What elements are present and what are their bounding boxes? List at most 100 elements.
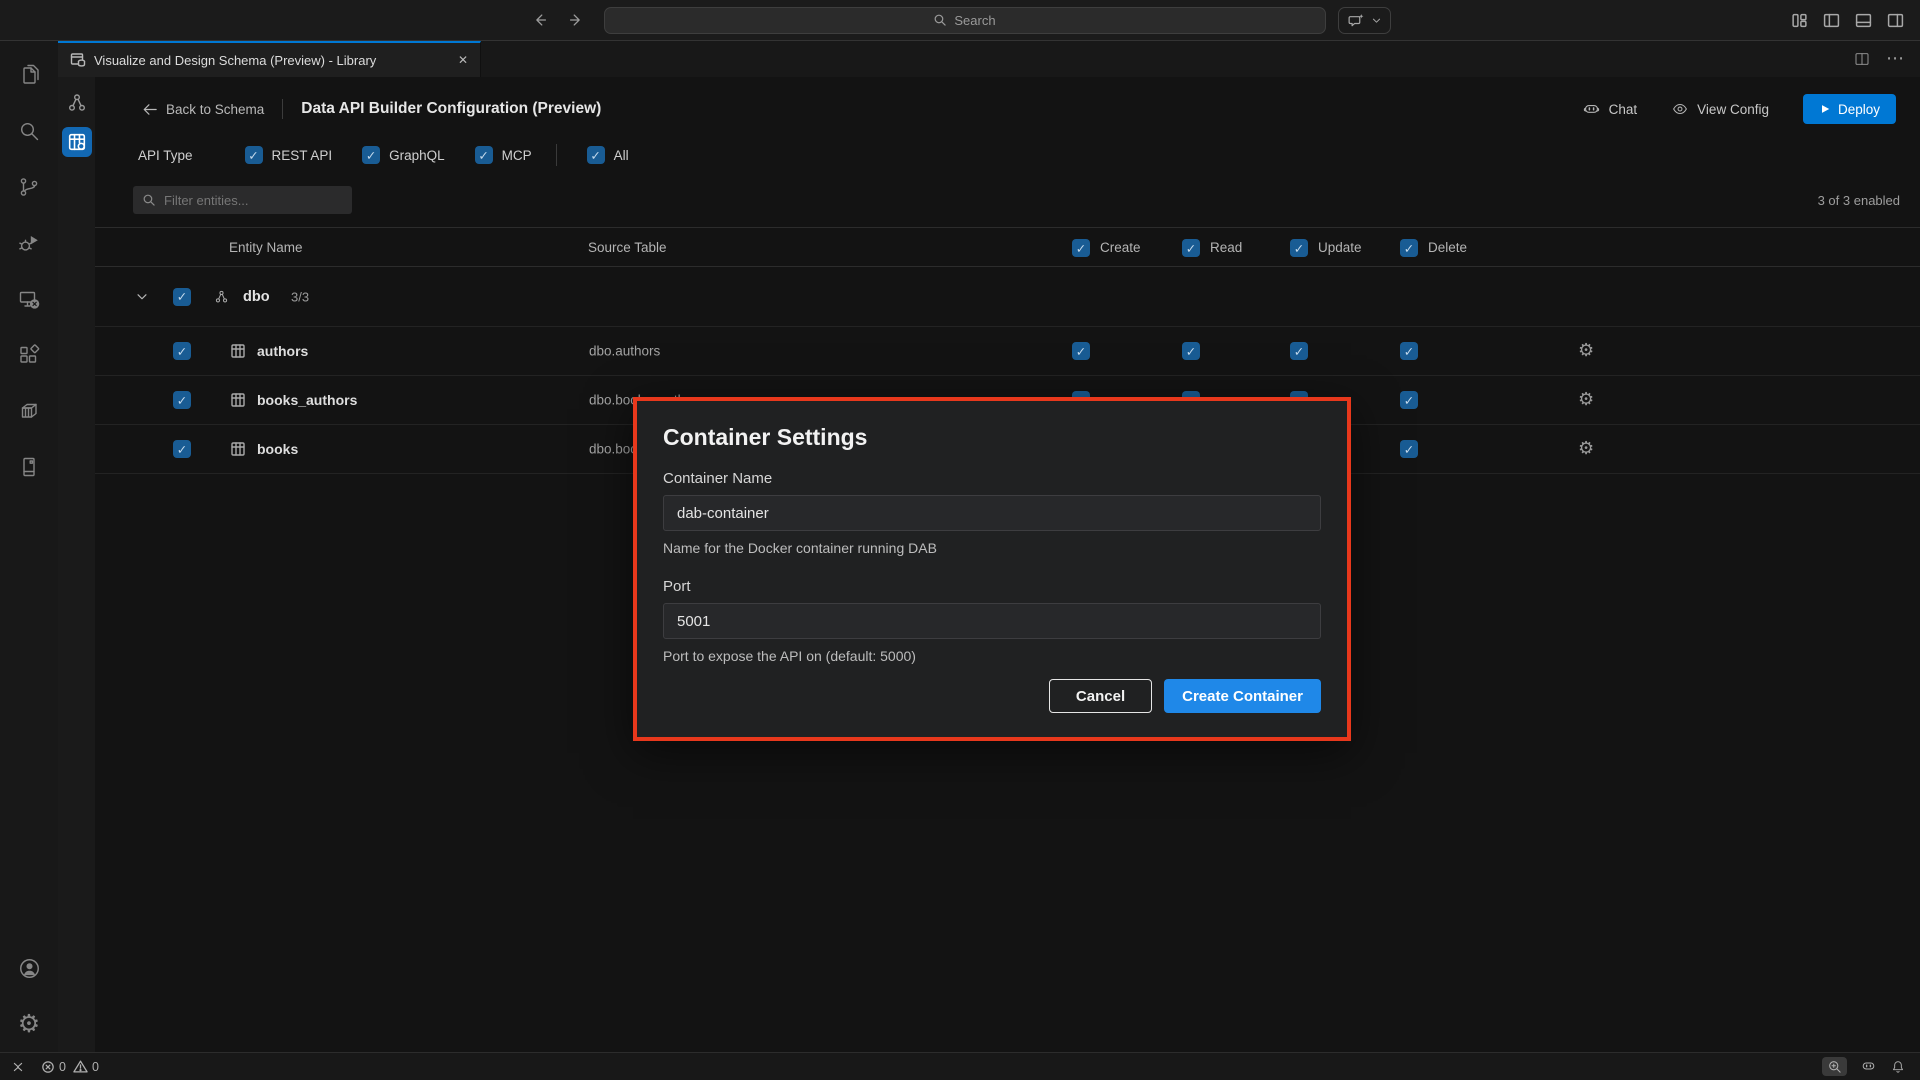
view-config-button[interactable]: View Config xyxy=(1671,100,1769,118)
collapse-chevron-icon[interactable] xyxy=(135,290,149,304)
row-checkbox[interactable] xyxy=(173,391,191,409)
account-icon[interactable] xyxy=(0,940,58,996)
run-debug-icon[interactable] xyxy=(0,215,58,271)
port-input[interactable] xyxy=(663,603,1321,639)
chevron-down-icon xyxy=(1371,15,1382,26)
container-name-help: Name for the Docker container running DA… xyxy=(663,539,1321,557)
group-checkbox[interactable] xyxy=(173,288,191,306)
table-row-authors[interactable]: authors dbo.authors xyxy=(95,327,1920,376)
update-all-checkbox[interactable] xyxy=(1290,239,1308,257)
eye-icon xyxy=(1671,100,1689,118)
search-input[interactable]: Search xyxy=(604,7,1326,34)
mcp-checkbox[interactable] xyxy=(475,146,493,164)
nav-forward-icon[interactable] xyxy=(566,10,586,30)
read-checkbox[interactable] xyxy=(1182,342,1200,360)
toggle-secondary-sidebar-icon[interactable] xyxy=(1887,12,1904,29)
filter-row: 3 of 3 enabled xyxy=(95,186,1920,214)
entity-settings-gear-icon[interactable] xyxy=(1578,439,1594,459)
row-checkbox[interactable] xyxy=(173,342,191,360)
create-checkbox[interactable] xyxy=(1072,342,1090,360)
zoom-status-icon[interactable] xyxy=(1822,1057,1847,1076)
chat-button[interactable]: Chat xyxy=(1582,100,1638,119)
schema-icon xyxy=(213,288,230,305)
container-name-label: Container Name xyxy=(663,469,1321,488)
explorer-icon[interactable] xyxy=(0,47,58,103)
enabled-summary: 3 of 3 enabled xyxy=(1818,193,1900,208)
deploy-button[interactable]: Deploy xyxy=(1803,94,1896,124)
graphql-checkbox-item[interactable]: GraphQL xyxy=(362,146,445,164)
extensions-icon[interactable] xyxy=(0,327,58,383)
read-all-checkbox[interactable] xyxy=(1182,239,1200,257)
col-source-table: Source Table xyxy=(588,228,667,268)
problems-warnings[interactable]: 0 xyxy=(73,1059,99,1074)
nav-back-icon[interactable] xyxy=(530,10,550,30)
graphql-checkbox[interactable] xyxy=(362,146,380,164)
all-checkbox[interactable] xyxy=(587,146,605,164)
entities-table-header: Entity Name Source Table Create Read Upd… xyxy=(95,227,1920,267)
tab-visualize-schema[interactable]: Visualize and Design Schema (Preview) - … xyxy=(58,41,481,77)
schema-group-row[interactable]: dbo 3/3 xyxy=(95,267,1920,327)
tab-close-icon[interactable] xyxy=(458,53,468,67)
delete-checkbox[interactable] xyxy=(1400,391,1418,409)
dab-config-view-icon[interactable] xyxy=(62,127,92,157)
search-icon xyxy=(933,13,947,27)
filter-search-icon xyxy=(142,193,156,207)
copilot-status-icon[interactable] xyxy=(1860,1058,1877,1075)
search-view-icon[interactable] xyxy=(0,103,58,159)
copilot-chat-button[interactable] xyxy=(1338,7,1391,34)
error-icon xyxy=(41,1060,55,1074)
split-editor-icon[interactable] xyxy=(1854,51,1870,67)
mcp-checkbox-item[interactable]: MCP xyxy=(475,146,532,164)
dialog-title: Container Settings xyxy=(663,423,1321,451)
entity-settings-gear-icon[interactable] xyxy=(1578,390,1594,410)
table-icon xyxy=(230,343,246,359)
port-help: Port to expose the API on (default: 5000… xyxy=(663,647,1321,665)
delete-checkbox[interactable] xyxy=(1400,342,1418,360)
schema-diagram-icon[interactable] xyxy=(65,91,89,115)
editor-more-actions-icon[interactable] xyxy=(1886,49,1904,69)
container-name-input[interactable] xyxy=(663,495,1321,531)
warning-icon xyxy=(73,1059,88,1074)
table-icon xyxy=(230,392,246,408)
delete-checkbox[interactable] xyxy=(1400,440,1418,458)
toggle-panel-icon[interactable] xyxy=(1855,12,1872,29)
create-container-button[interactable]: Create Container xyxy=(1164,679,1321,713)
problems-errors[interactable]: 0 xyxy=(41,1060,66,1074)
activity-bar xyxy=(0,41,58,1052)
entity-settings-gear-icon[interactable] xyxy=(1578,341,1594,361)
play-icon xyxy=(1819,103,1831,115)
remote-indicator-icon[interactable] xyxy=(10,1059,26,1075)
group-count: 3/3 xyxy=(291,289,309,304)
database-projects-icon[interactable] xyxy=(0,439,58,495)
rest-api-checkbox[interactable] xyxy=(245,146,263,164)
back-to-schema-button[interactable]: Back to Schema xyxy=(140,101,264,118)
row-checkbox[interactable] xyxy=(173,440,191,458)
api-type-row: API Type REST API GraphQL MCP All xyxy=(95,140,1920,170)
source-control-icon[interactable] xyxy=(0,159,58,215)
notifications-bell-icon[interactable] xyxy=(1890,1059,1906,1075)
designer-toolbar xyxy=(58,77,95,1052)
rest-api-checkbox-item[interactable]: REST API xyxy=(245,146,333,164)
update-checkbox[interactable] xyxy=(1290,342,1308,360)
toggle-primary-sidebar-icon[interactable] xyxy=(1823,12,1840,29)
create-all-checkbox[interactable] xyxy=(1072,239,1090,257)
delete-all-checkbox[interactable] xyxy=(1400,239,1418,257)
group-name: dbo xyxy=(243,289,270,305)
page-header: Back to Schema Data API Builder Configur… xyxy=(95,91,1920,127)
settings-gear-icon[interactable] xyxy=(0,996,58,1052)
cancel-button[interactable]: Cancel xyxy=(1049,679,1152,713)
container-tools-icon[interactable] xyxy=(0,383,58,439)
page-title: Data API Builder Configuration (Preview) xyxy=(301,100,601,118)
back-arrow-icon xyxy=(140,101,157,118)
col-entity-name: Entity Name xyxy=(229,228,303,268)
api-type-label: API Type xyxy=(138,148,193,163)
table-icon xyxy=(230,441,246,457)
tab-title: Visualize and Design Schema (Preview) - … xyxy=(94,53,376,68)
all-checkbox-item[interactable]: All xyxy=(587,146,629,164)
filter-entities-input[interactable] xyxy=(133,186,352,214)
header-separator xyxy=(282,99,283,119)
back-label: Back to Schema xyxy=(166,102,264,117)
status-bar: 0 0 xyxy=(0,1052,1920,1080)
remote-explorer-icon[interactable] xyxy=(0,271,58,327)
customize-layout-icon[interactable] xyxy=(1791,12,1808,29)
